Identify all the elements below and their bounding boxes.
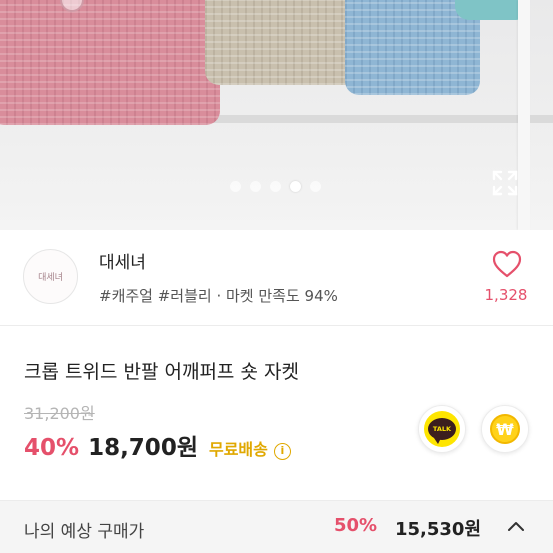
shop-info-row[interactable]: 대세녀 대세녀 #캐주얼 #러블리 · 마켓 만족도 94% 1,328 [0, 230, 553, 325]
carousel-indicator [230, 181, 321, 192]
carousel-dot[interactable] [250, 181, 261, 192]
expected-discount-rate: 50% [334, 515, 378, 536]
discount-rate: 40% [24, 435, 80, 461]
carousel-dot[interactable] [270, 181, 281, 192]
expected-price: 15,530원 [395, 519, 482, 540]
shop-avatar[interactable]: 대세녀 [23, 249, 78, 304]
shop-avatar-logo-text: 대세녀 [38, 273, 63, 283]
sale-price: 18,700원 [88, 435, 198, 461]
shop-tags: #캐주얼 #러블리 · 마켓 만족도 94% [99, 287, 338, 305]
product-image-carousel[interactable] [0, 0, 553, 230]
won-coin-icon: ₩ [490, 414, 520, 444]
expand-fullscreen-icon[interactable] [491, 169, 519, 197]
product-title: 크롭 트위드 반팔 어깨퍼프 숏 자켓 [24, 361, 299, 383]
chevron-up-icon[interactable] [506, 519, 526, 533]
original-price: 31,200원 [24, 404, 95, 423]
clothes-rack-pole [518, 0, 530, 230]
carousel-dot[interactable] [230, 181, 241, 192]
talk-bubble: TALK [428, 418, 456, 444]
kakao-talk-icon: TALK [424, 411, 460, 447]
section-divider [0, 325, 553, 326]
heart-like-icon[interactable] [492, 250, 522, 278]
expected-price-bar[interactable]: 나의 예상 구매가 50% 15,530원 [0, 500, 553, 553]
jacket-button [60, 0, 84, 12]
shop-name[interactable]: 대세녀 [99, 248, 146, 273]
carousel-dot[interactable] [310, 181, 321, 192]
like-count: 1,328 [484, 286, 528, 304]
info-icon[interactable]: i [273, 443, 291, 460]
free-shipping-label: 무료배송 [208, 440, 268, 459]
expected-price-label: 나의 예상 구매가 [24, 522, 145, 542]
kakao-talk-button[interactable]: TALK [418, 405, 466, 453]
price-row: 40% 18,700원 무료배송 i [24, 428, 291, 462]
carousel-dot-active[interactable] [290, 181, 301, 192]
product-photo-pink-jacket [0, 0, 220, 125]
pay-button[interactable]: ₩ [481, 405, 529, 453]
